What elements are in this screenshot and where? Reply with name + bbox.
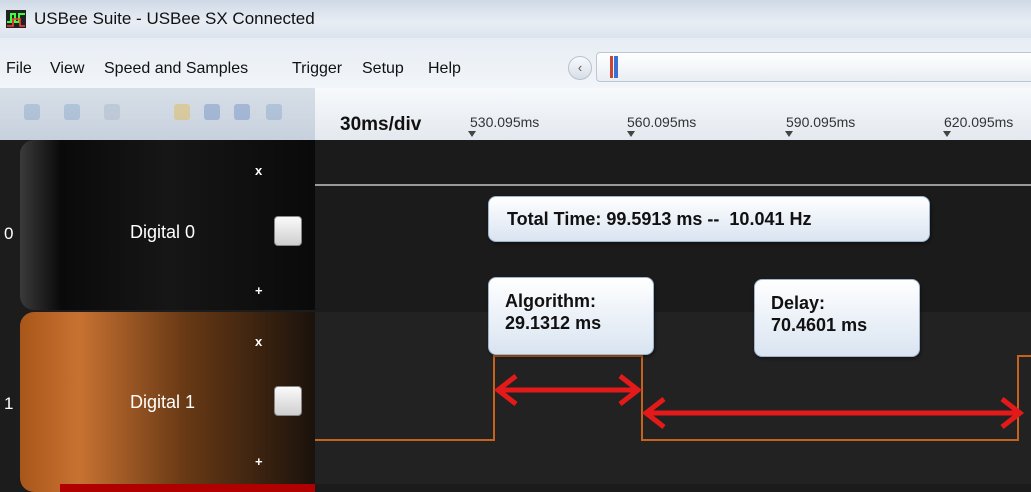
delay-callout: Delay: 70.4601 ms bbox=[754, 279, 920, 357]
algorithm-duration-arrow bbox=[493, 374, 643, 406]
algorithm-label: Algorithm: bbox=[505, 291, 596, 311]
delay-value: 70.4601 ms bbox=[771, 315, 868, 335]
delay-label: Delay: bbox=[771, 293, 826, 313]
algorithm-value: 29.1312 ms bbox=[505, 313, 602, 333]
total-time-callout: Total Time: 99.5913 ms -- 10.041 Hz bbox=[488, 196, 930, 242]
delay-duration-arrow bbox=[641, 397, 1025, 429]
total-time-text: Total Time: 99.5913 ms -- 10.041 Hz bbox=[507, 209, 812, 229]
channel-1-trace bbox=[315, 355, 1031, 441]
waveform-overlay bbox=[315, 355, 1031, 441]
algorithm-callout: Algorithm: 29.1312 ms bbox=[488, 277, 654, 355]
